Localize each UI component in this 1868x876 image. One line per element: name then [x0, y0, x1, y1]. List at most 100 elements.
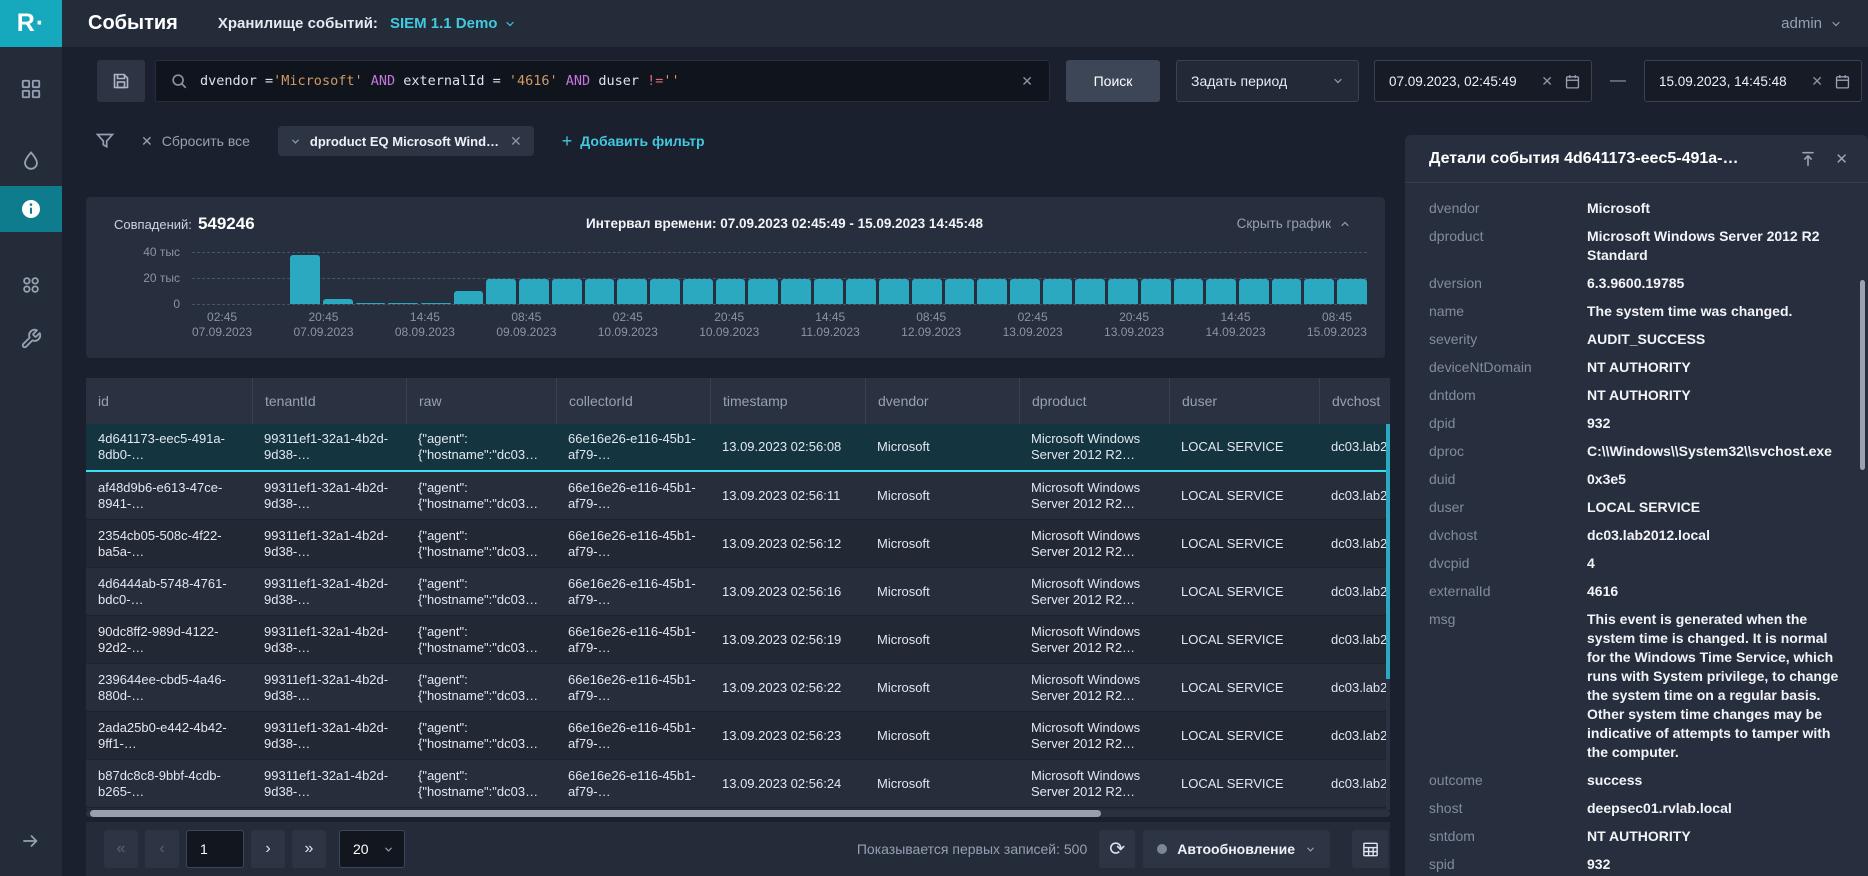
column-header-collectorId[interactable]: collectorId	[556, 378, 710, 424]
column-header-raw[interactable]: raw	[406, 378, 556, 424]
query-text: dvendor ='Microsoft' AND externalId = '4…	[200, 73, 1019, 89]
refresh-button[interactable]: ⟳	[1099, 830, 1135, 868]
chart-bar	[454, 291, 484, 304]
detail-key: dproc	[1429, 442, 1587, 461]
filter-chip[interactable]: dproduct EQ Microsoft Wind… ✕	[278, 126, 534, 156]
column-header-dproduct[interactable]: dproduct	[1019, 378, 1169, 424]
sidebar-item-groups[interactable]	[0, 262, 62, 308]
cell-dvendor: Microsoft	[865, 680, 1019, 696]
x-axis-tick: 08:4509.09.2023	[496, 310, 556, 340]
last-page-button[interactable]: »	[292, 830, 326, 868]
add-filter-button[interactable]: + Добавить фильтр	[562, 132, 705, 150]
page-number-input[interactable]: 1	[186, 830, 244, 868]
table-row[interactable]: 239644ee-cbd5-4a46-880d-…99311ef1-32a1-4…	[86, 664, 1390, 712]
chart-bar	[617, 279, 647, 304]
detail-key: dversion	[1429, 274, 1587, 293]
cell-dproduct: Microsoft Windows Server 2012 R2…	[1019, 672, 1169, 704]
sidebar-item-dashboard[interactable]	[0, 66, 62, 112]
detail-value: NT AUTHORITY	[1587, 827, 1846, 846]
table-horizontal-scrollbar[interactable]	[86, 810, 1390, 817]
cell-duser: LOCAL SERVICE	[1169, 632, 1319, 648]
cell-dvchost: dc03.lab2012.local	[1319, 439, 1390, 455]
search-button[interactable]: Поиск	[1066, 60, 1160, 102]
detail-key: externalId	[1429, 582, 1587, 601]
detail-value: 0x3e5	[1587, 470, 1846, 489]
chart-bar	[977, 279, 1007, 304]
export-icon[interactable]	[1799, 150, 1817, 168]
next-page-button[interactable]: ›	[251, 830, 285, 868]
date-from-field[interactable]: 07.09.2023, 02:45:49 ✕	[1374, 60, 1592, 102]
remove-filter-icon[interactable]: ✕	[508, 133, 524, 150]
cell-dvendor: Microsoft	[865, 584, 1019, 600]
table-vertical-scrollbar-thumb[interactable]	[1386, 424, 1390, 679]
sidebar-item-sources[interactable]	[0, 138, 62, 184]
app-logo[interactable]: R·	[0, 0, 62, 47]
clear-date-from-icon[interactable]: ✕	[1539, 73, 1555, 90]
cell-timestamp: 13.09.2023 02:56:22	[710, 680, 865, 696]
table-row[interactable]: b87dc8c8-9bbf-4cdb-b265-…99311ef1-32a1-4…	[86, 760, 1390, 808]
filter-chip-label: dproduct EQ Microsoft Wind…	[310, 134, 499, 149]
clear-date-to-icon[interactable]: ✕	[1809, 73, 1825, 90]
cell-raw: {"agent": {"hostname":"dc03…	[406, 528, 556, 560]
column-header-dvchost[interactable]: dvchost	[1319, 378, 1390, 424]
chevron-up-icon	[1339, 218, 1351, 230]
chart-bar	[323, 299, 353, 304]
sidebar-item-settings[interactable]	[0, 316, 62, 362]
reset-all-filters-button[interactable]: ✕ Сбросить все	[141, 133, 250, 150]
table-row[interactable]: 2ada25b0-e442-4b42-9ff1-…99311ef1-32a1-4…	[86, 712, 1390, 760]
chart-bar	[814, 279, 844, 304]
cell-dvchost: dc03.lab2012.local	[1319, 728, 1390, 744]
detail-key: dpid	[1429, 414, 1587, 433]
save-query-button[interactable]	[97, 60, 145, 102]
events-chart-panel: Совпадений:549246 Интервал времени: 07.0…	[86, 197, 1385, 358]
prev-page-button[interactable]: ‹	[145, 830, 179, 868]
cell-timestamp: 13.09.2023 02:56:08	[710, 439, 865, 455]
table-row[interactable]: 4d6444ab-5748-4761-bdc0-…99311ef1-32a1-4…	[86, 568, 1390, 616]
column-header-duser[interactable]: duser	[1169, 378, 1319, 424]
table-row[interactable]: 2354cb05-508c-4f22-ba5a-…99311ef1-32a1-4…	[86, 520, 1390, 568]
storage-selector[interactable]: SIEM 1.1 Demo	[390, 15, 517, 32]
clear-query-icon[interactable]: ✕	[1019, 73, 1035, 90]
table-row[interactable]: 90dc8ff2-989d-4122-92d2-…99311ef1-32a1-4…	[86, 616, 1390, 664]
x-axis-tick: 08:4512.09.2023	[901, 310, 961, 340]
date-to-field[interactable]: 15.09.2023, 14:45:48 ✕	[1644, 60, 1862, 102]
first-page-button[interactable]: «	[104, 830, 138, 868]
chart-bar	[290, 255, 320, 304]
period-select[interactable]: Задать период	[1176, 60, 1359, 102]
calendar-icon	[1834, 73, 1851, 90]
table-footer: « ‹ 1 › » 20 Показывается первых записей…	[86, 822, 1390, 876]
hide-chart-button[interactable]: Скрыть график	[1237, 216, 1351, 231]
table-horizontal-scrollbar-thumb[interactable]	[90, 810, 1101, 817]
groups-icon	[20, 274, 42, 296]
chart-bar	[1108, 279, 1138, 304]
table-body: 4d641173-eec5-491a-8db0-…99311ef1-32a1-4…	[86, 424, 1390, 808]
cell-dvchost: dc03.lab2012.local	[1319, 776, 1390, 792]
table-row[interactable]: af48d9b6-e613-47ce-8941-…99311ef1-32a1-4…	[86, 472, 1390, 520]
close-details-icon[interactable]: ✕	[1835, 150, 1848, 168]
detail-key: duser	[1429, 498, 1587, 517]
detail-key: dvcpid	[1429, 554, 1587, 573]
cell-id: 4d641173-eec5-491a-8db0-…	[86, 431, 252, 463]
x-axis-tick: 20:4510.09.2023	[699, 310, 759, 340]
column-header-id[interactable]: id	[86, 378, 252, 424]
matches-count: Совпадений:549246	[114, 214, 255, 234]
column-header-tenantId[interactable]: tenantId	[252, 378, 406, 424]
user-menu[interactable]: admin	[1781, 15, 1842, 32]
page-size-select[interactable]: 20	[339, 830, 405, 868]
sidebar-item-events[interactable]	[0, 186, 62, 232]
query-token: =	[265, 73, 273, 89]
column-header-timestamp[interactable]: timestamp	[710, 378, 865, 424]
chart-bar	[748, 279, 778, 304]
x-axis-tick: 14:4511.09.2023	[801, 310, 860, 340]
refresh-icon: ⟳	[1109, 838, 1125, 861]
cell-raw: {"agent": {"hostname":"dc03…	[406, 576, 556, 608]
search-input[interactable]: dvendor ='Microsoft' AND externalId = '4…	[155, 60, 1050, 102]
column-header-dvendor[interactable]: dvendor	[865, 378, 1019, 424]
autoupdate-toggle[interactable]: Автообновление	[1143, 830, 1330, 868]
sidebar-collapse-button[interactable]	[0, 818, 62, 864]
table-row[interactable]: 4d641173-eec5-491a-8db0-…99311ef1-32a1-4…	[86, 424, 1390, 472]
columns-settings-button[interactable]	[1352, 830, 1388, 868]
filter-funnel-icon[interactable]	[95, 131, 115, 151]
details-scrollbar-thumb[interactable]	[1860, 280, 1865, 470]
info-icon	[19, 197, 43, 221]
